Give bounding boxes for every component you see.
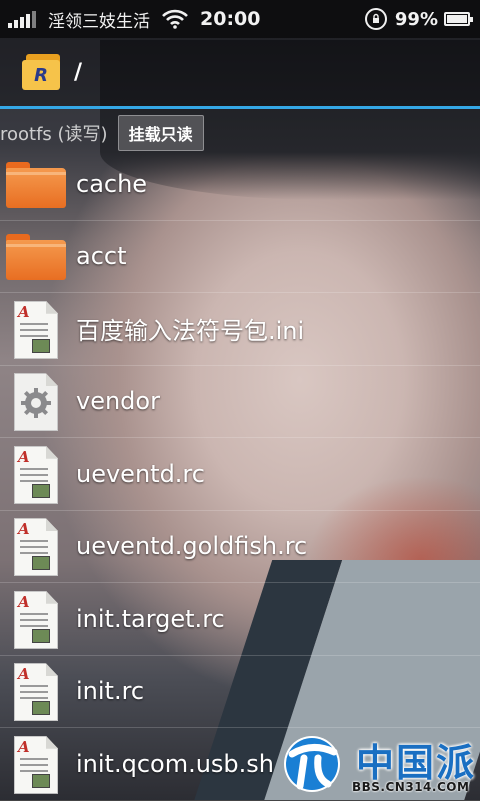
root-explorer-folder-icon[interactable]: R <box>22 52 62 92</box>
header-divider <box>0 106 480 109</box>
document-icon: A <box>6 663 68 722</box>
watermark: 中国派 BBS.CN314.COM <box>278 728 478 800</box>
file-name: init.target.rc <box>76 604 225 633</box>
file-row[interactable]: acct <box>0 221 480 293</box>
file-name: cache <box>76 169 148 198</box>
file-name: 百度输入法符号包.ini <box>76 317 305 346</box>
file-row[interactable]: Aueventd.goldfish.rc <box>0 511 480 583</box>
file-name: acct <box>76 242 127 271</box>
file-name: ueventd.goldfish.rc <box>76 532 308 561</box>
file-list: cache acct A 百度输入法符号包.ini vendor Aueventd.rc A… <box>0 148 480 801</box>
file-row[interactable]: Ainit.rc <box>0 656 480 728</box>
app-icon-letter: R <box>22 60 60 90</box>
mount-status-label: rootfs (读写) <box>0 124 108 145</box>
carrier-name: 淫领三妓生活 <box>48 11 150 32</box>
file-row[interactable]: Aueventd.rc <box>0 438 480 511</box>
file-name: ueventd.rc <box>76 459 205 488</box>
folder-icon <box>6 228 68 284</box>
document-icon: A <box>6 735 68 794</box>
current-path: / <box>74 59 83 85</box>
path-header: R / <box>0 38 480 106</box>
document-icon: A <box>6 300 68 359</box>
file-row[interactable]: cache <box>0 148 480 221</box>
signal-bars-icon <box>8 10 36 28</box>
file-row[interactable]: A 百度输入法符号包.ini <box>0 293 480 366</box>
file-name: init.rc <box>76 677 145 706</box>
file-name: vendor <box>76 387 160 416</box>
mount-readonly-button[interactable]: 挂载只读 <box>117 115 204 151</box>
status-bar: 淫领三妓生活 20:00 99% <box>0 0 480 38</box>
gear-icon <box>6 373 68 432</box>
wifi-icon <box>162 9 188 29</box>
document-icon: A <box>6 590 68 649</box>
document-icon: A <box>6 445 68 504</box>
watermark-brand: 中国派 <box>356 741 477 785</box>
document-icon: A <box>6 518 68 577</box>
file-row[interactable]: vendor <box>0 366 480 438</box>
folder-icon <box>6 156 68 212</box>
cn314-logo-icon <box>284 736 340 792</box>
battery-percent: 99% <box>394 8 438 30</box>
file-name: init.qcom.usb.sh <box>76 749 274 778</box>
file-row[interactable]: Ainit.target.rc <box>0 583 480 656</box>
rotation-lock-icon <box>364 8 387 30</box>
battery-icon <box>444 12 473 26</box>
watermark-url: BBS.CN314.COM <box>352 780 470 794</box>
clock: 20:00 <box>200 8 261 30</box>
